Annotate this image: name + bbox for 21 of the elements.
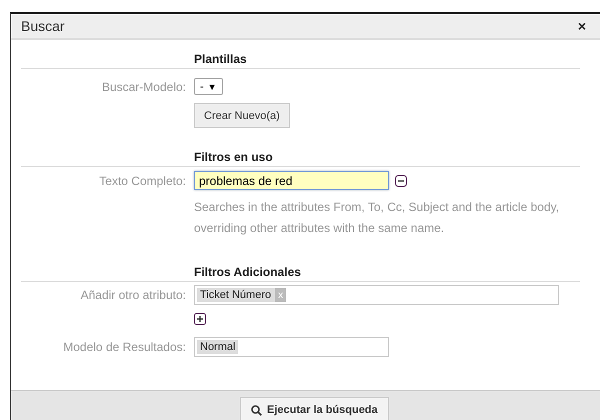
remove-icon[interactable] bbox=[395, 174, 407, 186]
field-label: Texto Completo: bbox=[99, 174, 186, 188]
field-label: Modelo de Resultados: bbox=[63, 340, 186, 354]
field-label: Buscar-Modelo: bbox=[102, 80, 186, 94]
search-button[interactable]: Ejecutar la búsqueda bbox=[240, 397, 389, 420]
section-heading: Plantillas bbox=[194, 51, 247, 68]
help-text: Searches in the attributes From, To, Cc, Subject and the article body, overriding other attributes with the same name. bbox=[194, 199, 560, 237]
dialog-title: Buscar bbox=[21, 18, 65, 34]
attribute-field[interactable]: Ticket Número x bbox=[194, 285, 559, 305]
section-heading: Filtros Adicionales bbox=[194, 264, 301, 281]
field-label: Añadir otro atributo: bbox=[80, 288, 186, 302]
tag-label: Normal bbox=[200, 341, 236, 353]
search-icon bbox=[251, 404, 262, 416]
text-field[interactable]: problemas de red bbox=[194, 171, 389, 190]
add-icon[interactable] bbox=[194, 313, 206, 325]
template-select[interactable]: - ▼ bbox=[194, 78, 223, 95]
attribute-field[interactable]: Normal bbox=[194, 337, 389, 357]
create-button[interactable]: Crear Nuevo(a) bbox=[194, 103, 290, 128]
tag-label: Ticket Número bbox=[200, 289, 272, 301]
close-button[interactable]: × bbox=[578, 18, 586, 34]
section-heading: Filtros en uso bbox=[194, 149, 273, 166]
